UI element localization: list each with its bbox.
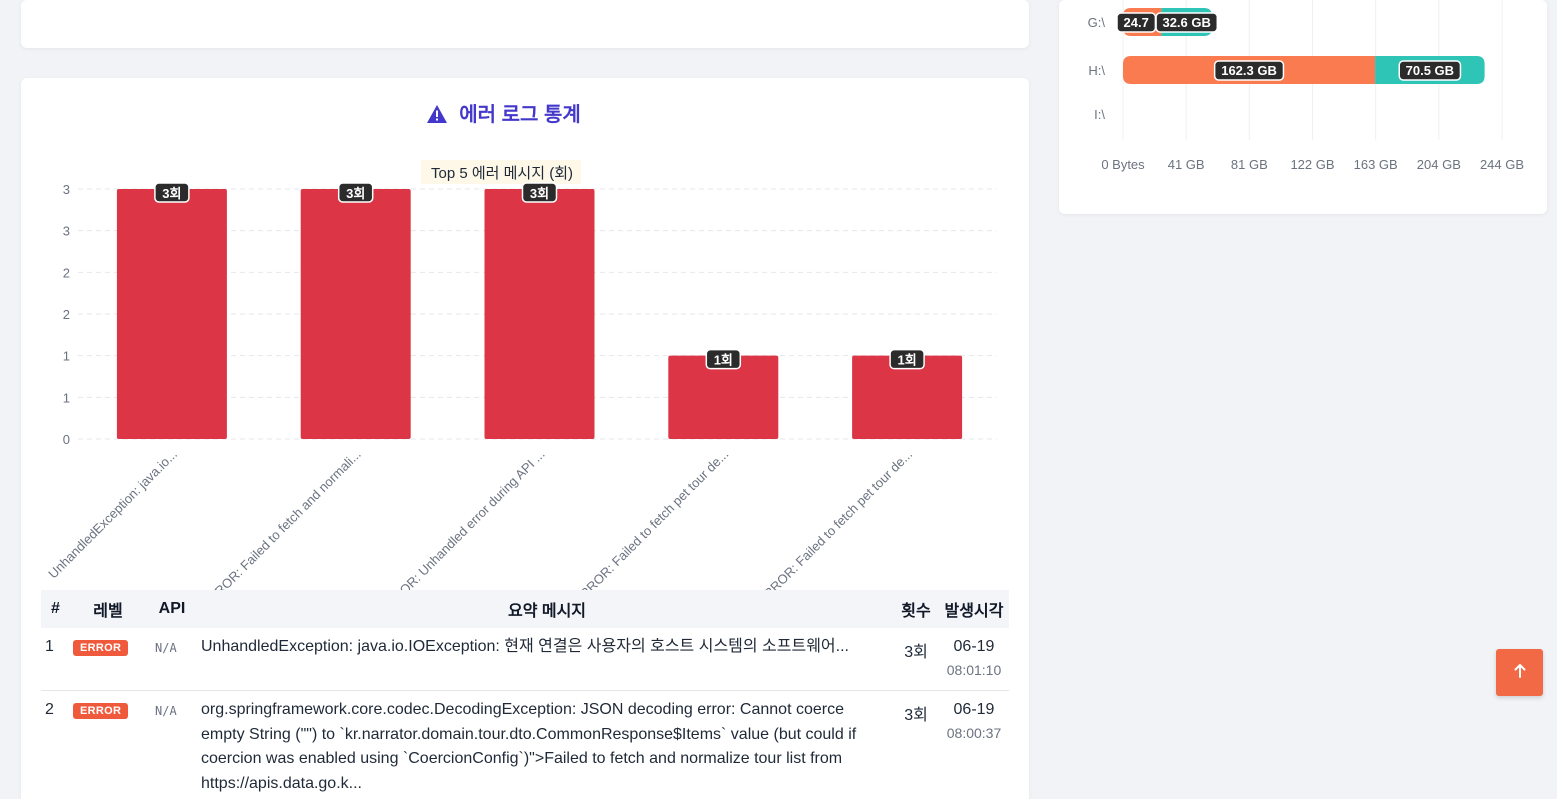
row-time: 08:01:10 <box>946 662 1002 678</box>
header-level: 레벨 <box>73 590 143 628</box>
data-label: 32.6 GB <box>1162 15 1210 30</box>
data-label: 1회 <box>897 353 916 368</box>
header-message: 요약 메시지 <box>201 590 893 628</box>
x-tick-label: 0 Bytes <box>1101 157 1145 172</box>
x-tick-label: ERROR: Failed to fetch pet tour de... <box>571 447 732 600</box>
row-count: 3회 <box>893 690 939 799</box>
y-tick-label: 3 <box>63 224 70 239</box>
table-row[interactable]: 2 ERROR N/A org.springframework.core.cod… <box>41 690 1009 799</box>
data-label: 3회 <box>346 186 365 201</box>
data-label: 3회 <box>530 186 549 201</box>
y-tick-label: I:\ <box>1094 107 1105 122</box>
y-tick-label: H:\ <box>1088 63 1105 78</box>
level-badge: ERROR <box>73 640 129 656</box>
y-tick-label: 3 <box>63 182 70 197</box>
header-api: API <box>143 590 201 628</box>
disk-usage-card: 0 Bytes 41 GB 81 GB 122 GB 163 GB 204 GB 244 G… <box>1059 0 1547 214</box>
summary-message: UnhandledException: java.io.IOException:… <box>201 638 849 655</box>
x-tick-label: UnhandledException: java.io... <box>45 447 180 582</box>
x-tick-label: ERROR: Unhandled error during API ... <box>377 447 548 600</box>
warning-triangle-icon <box>427 105 448 129</box>
table-header-row: # 레벨 API 요약 메시지 횟수 발생시각 <box>41 590 1009 628</box>
row-date: 06-19 <box>953 701 995 718</box>
level-badge: ERROR <box>73 703 129 719</box>
header-time: 발생시각 <box>939 590 1009 628</box>
disk-usage-chart: 0 Bytes 41 GB 81 GB 122 GB 163 GB 204 GB 244 G… <box>1088 0 1524 172</box>
top-card <box>21 0 1029 48</box>
y-tick-label: G:\ <box>1088 15 1106 30</box>
data-label: 70.5 GB <box>1406 63 1454 78</box>
x-tick-label: ERROR: Failed to fetch pet tour de... <box>754 447 915 600</box>
data-label: 162.3 GB <box>1221 63 1277 78</box>
x-tick-label: 81 GB <box>1231 157 1268 172</box>
x-tick-label: 122 GB <box>1290 157 1334 172</box>
table-row[interactable]: 1 ERROR N/A UnhandledException: java.io.… <box>41 628 1009 691</box>
summary-message: org.springframework.core.codec.DecodingE… <box>201 701 857 792</box>
y-tick-label: 0 <box>63 432 70 447</box>
arrow-up-icon <box>1514 664 1526 681</box>
y-tick-label: 2 <box>63 265 70 280</box>
bar <box>300 189 411 439</box>
x-tick-label: 204 GB <box>1417 157 1461 172</box>
y-tick-label: 1 <box>63 390 70 405</box>
row-index: 2 <box>41 690 73 799</box>
scroll-to-top-button[interactable] <box>1496 649 1543 696</box>
api-value: N/A <box>155 704 177 718</box>
row-time: 08:00:37 <box>946 725 1002 741</box>
header-count: 횟수 <box>893 590 939 628</box>
chart-title: Top 5 에러 메시지 (회) <box>431 165 573 182</box>
bar <box>484 189 595 439</box>
error-log-table: # 레벨 API 요약 메시지 횟수 발생시각 1 ERROR N/A Unha… <box>41 590 1009 799</box>
error-section-title: 에러 로그 통계 <box>0 98 1008 129</box>
error-bar-chart: 0 1 1 2 2 3 3 Top 5 에러 메시지 (회) 3회 UnhandledExcept… <box>45 160 997 600</box>
data-label: 24.7 <box>1124 15 1149 30</box>
row-count: 3회 <box>893 628 939 691</box>
x-tick-label: ERROR: Failed to fetch and normali... <box>199 447 364 600</box>
data-label: 3회 <box>162 186 181 201</box>
data-label: 1회 <box>714 353 733 368</box>
x-tick-label: 41 GB <box>1168 157 1205 172</box>
bar <box>116 189 227 439</box>
row-date: 06-19 <box>953 638 995 655</box>
x-tick-label: 244 GB <box>1480 157 1524 172</box>
api-value: N/A <box>155 641 177 655</box>
error-section-title-text: 에러 로그 통계 <box>459 104 581 126</box>
x-tick-label: 163 GB <box>1354 157 1398 172</box>
header-index: # <box>41 590 73 628</box>
y-tick-label: 2 <box>63 307 70 322</box>
y-tick-label: 1 <box>63 349 70 364</box>
row-index: 1 <box>41 628 73 691</box>
